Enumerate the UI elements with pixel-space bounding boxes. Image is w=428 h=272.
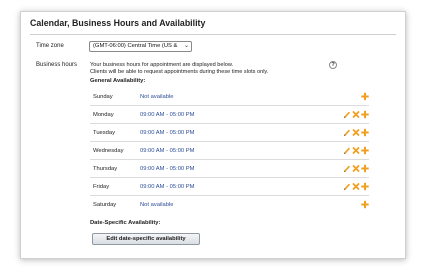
hours-value[interactable]: 09:00 AM - 05:00 PM (140, 184, 194, 190)
pencil-icon[interactable] (343, 128, 351, 137)
day-label: Monday (93, 112, 114, 118)
edit-date-specific-button[interactable]: Edit date-specific availability (92, 233, 200, 245)
schedule-row-wednesday: Wednesday 09:00 AM - 05:00 PM (90, 142, 369, 160)
general-availability-heading: General Availability: (90, 78, 146, 84)
row-actions (361, 92, 369, 101)
row-actions (343, 128, 369, 137)
availability-schedule: Sunday Not available Monday 09:00 AM - 05:0… (90, 88, 369, 214)
hours-value[interactable]: 09:00 AM - 05:00 PM (140, 148, 194, 154)
row-actions (343, 110, 369, 119)
hours-value[interactable]: 09:00 AM - 05:00 PM (140, 112, 194, 118)
day-label: Wednesday (93, 148, 124, 154)
delete-x-icon[interactable] (352, 146, 360, 155)
availability-panel: Calendar, Business Hours and Availabilit… (20, 11, 406, 259)
plus-icon[interactable] (361, 92, 369, 101)
section-title: Calendar, Business Hours and Availabilit… (30, 16, 396, 35)
plus-icon[interactable] (361, 164, 369, 173)
schedule-row-friday: Friday 09:00 AM - 05:00 PM (90, 178, 369, 196)
pencil-icon[interactable] (343, 146, 351, 155)
row-actions (343, 182, 369, 191)
chevron-down-icon: ⌄ (182, 42, 189, 51)
day-label: Thursday (93, 166, 118, 172)
help-icon[interactable]: ? (329, 61, 337, 69)
row-actions (343, 164, 369, 173)
delete-x-icon[interactable] (352, 128, 360, 137)
schedule-row-tuesday: Tuesday 09:00 AM - 05:00 PM (90, 124, 369, 142)
schedule-row-monday: Monday 09:00 AM - 05:00 PM (90, 106, 369, 124)
row-actions (343, 146, 369, 155)
timezone-value: (GMT-06:00) Central Time (US & (93, 43, 178, 49)
schedule-row-sunday: Sunday Not available (90, 88, 369, 106)
description-line-2: Clients will be able to request appointm… (90, 68, 269, 75)
day-label: Sunday (93, 94, 113, 100)
date-specific-heading: Date-Specific Availability: (90, 220, 161, 226)
day-label: Friday (93, 184, 110, 190)
delete-x-icon[interactable] (352, 110, 360, 119)
business-hours-label: Business hours (36, 62, 78, 68)
day-label: Tuesday (93, 130, 116, 136)
hours-value: Not available (140, 202, 174, 208)
plus-icon[interactable] (361, 182, 369, 191)
schedule-row-saturday: Saturday Not available (90, 196, 369, 214)
pencil-icon[interactable] (343, 182, 351, 191)
business-hours-description: Your business hours for appointment are … (90, 62, 268, 75)
delete-x-icon[interactable] (352, 182, 360, 191)
timezone-select[interactable]: (GMT-06:00) Central Time (US & ⌄ (89, 41, 192, 52)
plus-icon[interactable] (361, 110, 369, 119)
plus-icon[interactable] (361, 128, 369, 137)
plus-icon[interactable] (361, 146, 369, 155)
plus-icon[interactable] (361, 200, 369, 209)
pencil-icon[interactable] (343, 110, 351, 119)
description-line-1: Your business hours for appointment are … (90, 62, 234, 68)
hours-value: Not available (140, 94, 174, 100)
pencil-icon[interactable] (343, 164, 351, 173)
day-label: Saturday (93, 202, 117, 208)
delete-x-icon[interactable] (352, 164, 360, 173)
timezone-label: Time zone (36, 43, 64, 49)
hours-value[interactable]: 09:00 AM - 05:00 PM (140, 166, 194, 172)
row-actions (361, 200, 369, 209)
schedule-row-thursday: Thursday 09:00 AM - 05:00 PM (90, 160, 369, 178)
hours-value[interactable]: 09:00 AM - 05:00 PM (140, 130, 194, 136)
